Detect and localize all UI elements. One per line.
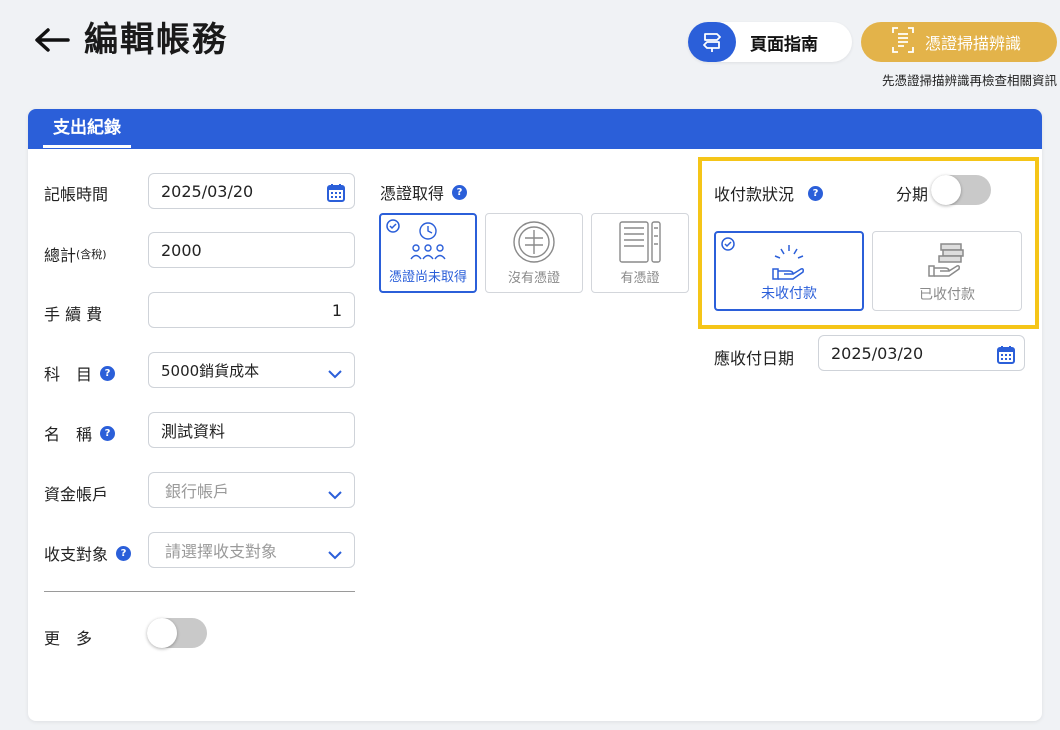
total-field[interactable]: 2000 xyxy=(148,232,355,268)
name-value: 測試資料 xyxy=(161,422,226,441)
scan-voucher-label: 憑證掃描辨識 xyxy=(925,34,1022,53)
date-label: 記帳時間 xyxy=(44,185,109,204)
calendar-icon[interactable] xyxy=(996,345,1016,369)
date-field[interactable]: 2025/03/20 xyxy=(148,173,355,209)
stamp-seal-icon xyxy=(486,220,582,264)
page-guide-label: 頁面指南 xyxy=(750,34,818,55)
voucher-option-none[interactable]: 沒有憑證 xyxy=(485,213,583,293)
voucher-option-label: 沒有憑證 xyxy=(507,271,560,286)
installment-toggle[interactable] xyxy=(931,175,991,205)
payment-option-label: 已收付款 xyxy=(919,287,975,303)
page-guide-button[interactable]: 頁面指南 xyxy=(688,22,852,62)
account-placeholder: 銀行帳戶 xyxy=(165,482,230,501)
toggle-knob xyxy=(147,618,177,648)
account-label: 資金帳戶 xyxy=(44,485,109,504)
page-title: 編輯帳務 xyxy=(84,20,228,60)
help-icon[interactable]: ? xyxy=(100,365,116,381)
total-value: 2000 xyxy=(161,240,202,260)
date-value: 2025/03/20 xyxy=(161,181,254,201)
fee-value: 1 xyxy=(331,300,342,320)
signpost-icon xyxy=(688,22,736,62)
due-date-value: 2025/03/20 xyxy=(831,343,924,363)
empty-hand-icon xyxy=(716,241,862,285)
payment-option-unpaid[interactable]: 未收付款 xyxy=(714,231,864,311)
target-select[interactable]: 請選擇收支對象 xyxy=(148,532,355,568)
help-icon[interactable]: ? xyxy=(452,184,468,200)
due-date-label: 應收付日期 xyxy=(714,349,795,368)
subject-value: 5000銷貨成本 xyxy=(161,361,260,380)
total-label: 總計 (含稅) xyxy=(44,246,107,265)
account-select[interactable]: 銀行帳戶 xyxy=(148,472,355,508)
voucher-option-label: 有憑證 xyxy=(620,271,660,286)
installment-label: 分期 xyxy=(896,185,929,204)
name-field[interactable]: 測試資料 xyxy=(148,412,355,448)
back-arrow-icon[interactable] xyxy=(32,22,72,58)
fee-field[interactable]: 1 xyxy=(148,292,355,328)
toggle-knob xyxy=(931,175,961,205)
calendar-icon[interactable] xyxy=(326,183,346,207)
chevron-down-icon xyxy=(328,365,342,383)
voucher-label: 憑證取得? xyxy=(380,180,468,204)
more-label: 更 多 xyxy=(44,629,93,648)
voucher-option-label: 憑證尚未取得 xyxy=(388,270,467,285)
scan-voucher-button[interactable]: 憑證掃描辨識 xyxy=(861,22,1057,62)
tab-expense-record[interactable]: 支出紀錄 xyxy=(43,115,131,148)
tax-included-note: (含稅) xyxy=(76,248,107,261)
help-icon[interactable]: ? xyxy=(116,545,132,561)
scan-hint-text: 先憑證掃描辨識再檢查相關資訊 xyxy=(881,73,1057,88)
voucher-option-has[interactable]: 有憑證 xyxy=(591,213,689,293)
help-icon[interactable]: ? xyxy=(808,185,824,201)
divider xyxy=(44,591,355,592)
money-hand-icon xyxy=(873,242,1021,282)
fee-label: 手 續 費 xyxy=(44,305,103,324)
invoice-document-icon xyxy=(592,220,688,264)
chevron-down-icon xyxy=(328,485,342,504)
payment-option-label: 未收付款 xyxy=(761,286,817,302)
more-toggle[interactable] xyxy=(147,618,207,648)
payment-option-paid[interactable]: 已收付款 xyxy=(872,231,1022,311)
target-placeholder: 請選擇收支對象 xyxy=(165,542,278,561)
name-label: 名 稱? xyxy=(44,421,116,445)
subject-select[interactable]: 5000銷貨成本 xyxy=(148,352,355,388)
card-header: 支出紀錄 xyxy=(28,109,1042,149)
voucher-option-not-obtained[interactable]: 憑證尚未取得 xyxy=(379,213,477,293)
document-scan-icon xyxy=(891,26,915,58)
payment-status-label: 收付款狀況? xyxy=(714,181,824,205)
target-label: 收支對象? xyxy=(44,541,132,565)
due-date-field[interactable]: 2025/03/20 xyxy=(818,335,1025,371)
subject-label: 科 目? xyxy=(44,361,116,385)
waiting-people-icon xyxy=(381,221,475,265)
chevron-down-icon xyxy=(328,545,342,564)
help-icon[interactable]: ? xyxy=(100,425,116,441)
